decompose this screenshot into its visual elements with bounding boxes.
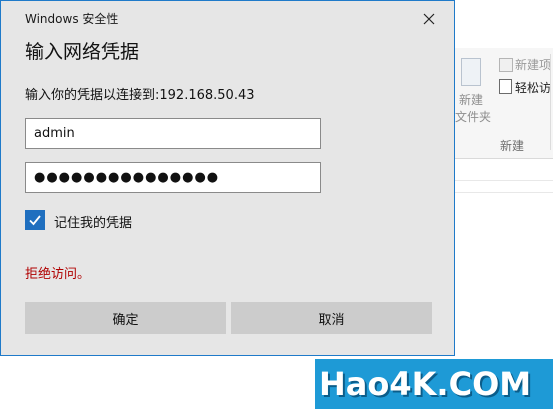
cancel-button[interactable]: 取消 [231,302,432,334]
ok-button[interactable]: 确定 [25,302,226,334]
ribbon-group-label: 新建 [500,139,525,153]
credential-dialog: Windows 安全性 输入网络凭据 输入你的凭据以连接到:192.168.50… [0,0,455,356]
title-bar[interactable]: Windows 安全性 [1,1,454,35]
connect-prompt: 输入你的凭据以连接到:192.168.50.43 [25,88,255,103]
new-folder-label-line1: 新建 [459,93,484,107]
new-item-button[interactable]: 新建项 [515,56,551,73]
remember-label[interactable]: 记住我的凭据 [54,212,132,231]
easy-access-button[interactable]: 轻松访 [515,79,551,96]
new-folder-icon [461,58,481,86]
checkmark-icon [29,215,41,226]
password-field[interactable] [25,162,321,193]
page-title: 输入网络凭据 [25,41,140,63]
divider [455,180,553,181]
remember-checkbox[interactable] [25,210,45,230]
new-item-icon [499,58,513,72]
divider [455,192,553,193]
close-button[interactable] [412,7,446,31]
dialog-title: Windows 安全性 [25,12,119,26]
explorer-window: 新建 文件夹 新建项 轻松访 新建 [455,0,553,409]
easy-access-icon [499,79,512,94]
ribbon-separator [550,54,551,150]
error-message: 拒绝访问。 [25,267,91,282]
watermark-logo: Hao4K.COM [315,359,553,409]
username-field[interactable] [25,118,321,149]
close-icon [423,13,435,25]
new-folder-label-line2: 文件夹 [455,110,492,124]
ribbon: 新建 文件夹 新建项 轻松访 新建 [455,48,553,159]
